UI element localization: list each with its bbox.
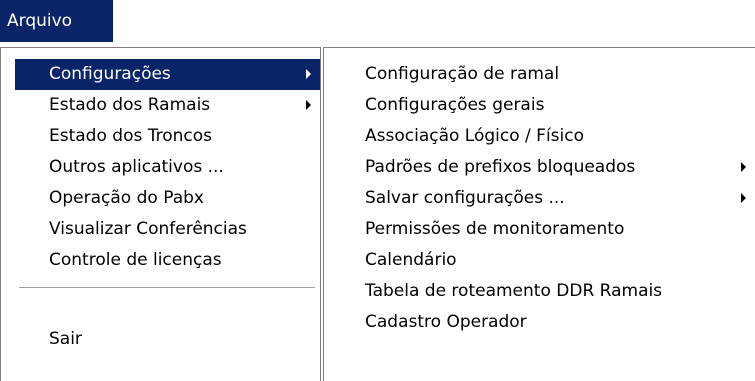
menu-item-configuracoes-label: Configurações bbox=[49, 64, 171, 84]
menu-separator bbox=[19, 287, 315, 289]
submenu-item-padroes-de-prefixos-bloqueados[interactable]: Padrões de prefixos bloqueados bbox=[338, 152, 754, 183]
submenu-arrow-icon bbox=[306, 100, 311, 110]
menu-item-sair[interactable]: Sair bbox=[15, 324, 320, 355]
menu-item-sair-label: Sair bbox=[49, 329, 82, 349]
submenu-item-configuracao-de-ramal[interactable]: Configuração de ramal bbox=[338, 59, 754, 90]
submenu-item-label: Salvar configurações ... bbox=[365, 188, 565, 208]
menu-item-controle-de-licencas-label: Controle de licenças bbox=[49, 250, 222, 270]
menu-item-visualizar-conferencias[interactable]: Visualizar Conferências bbox=[15, 214, 320, 245]
arquivo-dropdown-menu: Configurações Estado dos Ramais Estado d… bbox=[0, 47, 321, 381]
submenu-item-label: Configurações gerais bbox=[365, 95, 545, 115]
menu-item-outros-aplicativos-label: Outros aplicativos ... bbox=[49, 157, 224, 177]
menu-item-estado-dos-ramais-label: Estado dos Ramais bbox=[49, 95, 211, 115]
submenu-item-label: Tabela de roteamento DDR Ramais bbox=[365, 281, 663, 301]
submenu-item-label: Padrões de prefixos bloqueados bbox=[365, 157, 636, 177]
menu-item-configuracoes[interactable]: Configurações bbox=[15, 59, 320, 90]
submenu-item-tabela-de-roteamento-ddr-ramais[interactable]: Tabela de roteamento DDR Ramais bbox=[338, 276, 754, 307]
submenu-item-associacao-logico-fisico[interactable]: Associação Lógico / Físico bbox=[338, 121, 754, 152]
submenu-arrow-icon bbox=[741, 162, 746, 172]
menu-arquivo[interactable]: Arquivo bbox=[0, 0, 113, 42]
submenu-item-label: Calendário bbox=[365, 250, 457, 270]
menu-arquivo-label: Arquivo bbox=[7, 11, 73, 31]
submenu-arrow-icon bbox=[306, 69, 311, 79]
menu-item-estado-dos-troncos[interactable]: Estado dos Troncos bbox=[15, 121, 320, 152]
menu-item-operacao-do-pabx[interactable]: Operação do Pabx bbox=[15, 183, 320, 214]
configuracoes-submenu: Configuração de ramal Configurações gera… bbox=[323, 47, 755, 381]
submenu-item-calendario[interactable]: Calendário bbox=[338, 245, 754, 276]
submenu-item-label: Associação Lógico / Físico bbox=[365, 126, 584, 146]
submenu-item-permissoes-de-monitoramento[interactable]: Permissões de monitoramento bbox=[338, 214, 754, 245]
menu-item-operacao-do-pabx-label: Operação do Pabx bbox=[49, 188, 204, 208]
menu-item-outros-aplicativos[interactable]: Outros aplicativos ... bbox=[15, 152, 320, 183]
submenu-item-salvar-configuracoes[interactable]: Salvar configurações ... bbox=[338, 183, 754, 214]
submenu-arrow-icon bbox=[741, 193, 746, 203]
submenu-item-label: Cadastro Operador bbox=[365, 312, 527, 332]
submenu-item-label: Permissões de monitoramento bbox=[365, 219, 625, 239]
menu-item-visualizar-conferencias-label: Visualizar Conferências bbox=[49, 219, 247, 239]
menu-item-estado-dos-troncos-label: Estado dos Troncos bbox=[49, 126, 213, 146]
menu-item-estado-dos-ramais[interactable]: Estado dos Ramais bbox=[15, 90, 320, 121]
submenu-item-cadastro-operador[interactable]: Cadastro Operador bbox=[338, 307, 754, 338]
menu-item-controle-de-licencas[interactable]: Controle de licenças bbox=[15, 245, 320, 276]
submenu-item-label: Configuração de ramal bbox=[365, 64, 560, 84]
submenu-item-configuracoes-gerais[interactable]: Configurações gerais bbox=[338, 90, 754, 121]
